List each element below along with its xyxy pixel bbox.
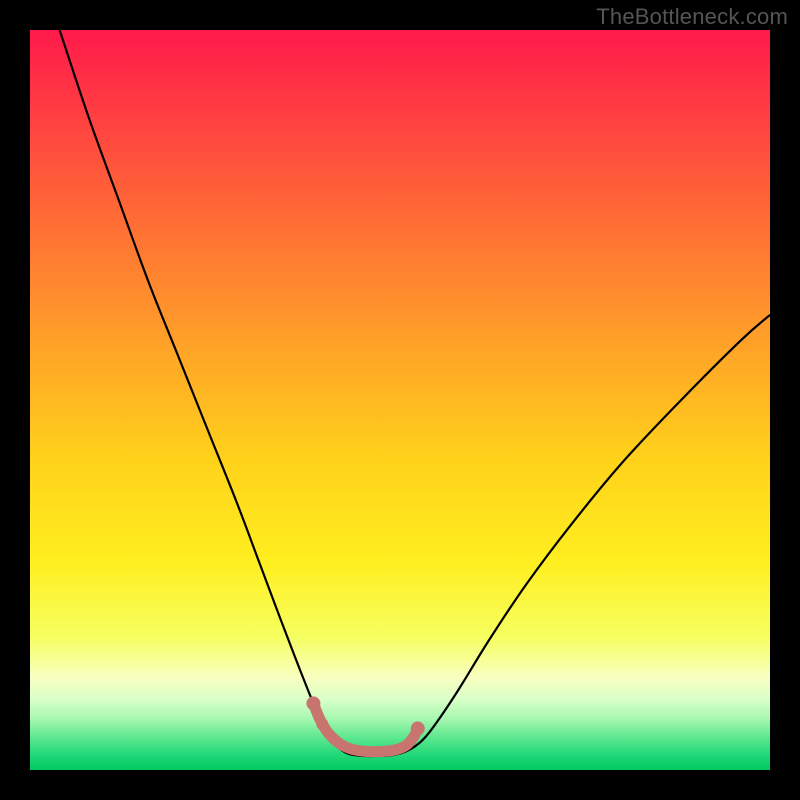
watermark-text: TheBottleneck.com: [596, 4, 788, 30]
valley-marker-dot: [306, 696, 320, 710]
plot-area: [30, 30, 770, 770]
valley-marker-dot: [411, 722, 425, 736]
chart-stage: TheBottleneck.com: [0, 0, 800, 800]
valley-marker-dot: [316, 718, 328, 730]
gradient-background: [30, 30, 770, 770]
chart-svg: [30, 30, 770, 770]
